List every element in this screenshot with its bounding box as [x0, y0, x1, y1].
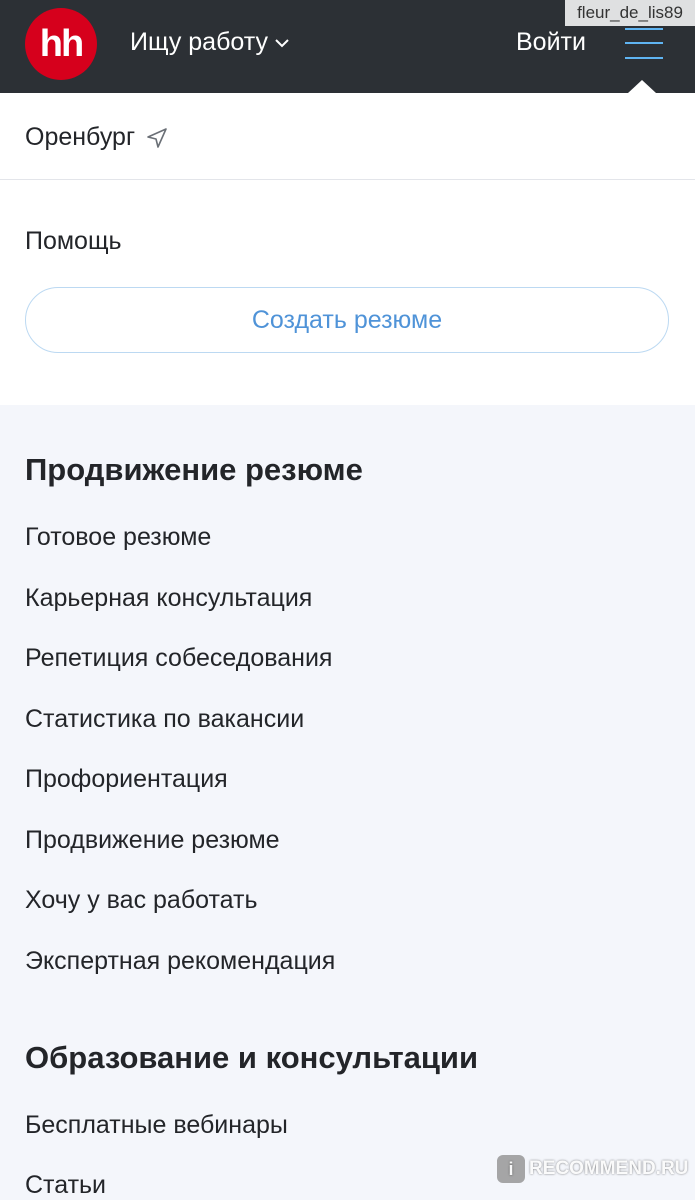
menu-item[interactable]: Готовое резюме [25, 523, 211, 552]
menu-item[interactable]: Экспертная рекомендация [25, 947, 335, 976]
recommend-watermark-text: RECOMMEND.RU [529, 1158, 689, 1179]
menu-item[interactable]: Продвижение резюме [25, 826, 280, 855]
menu-item[interactable]: Статистика по вакансии [25, 705, 304, 734]
section-title-education: Образование и консультации [25, 1040, 479, 1075]
top-header: hh Ищу работу Войти fleur_de_lis89 [0, 0, 695, 93]
menu-item[interactable]: Статьи [25, 1171, 106, 1200]
menu-pointer [628, 80, 656, 93]
city-selector[interactable]: Оренбург [25, 123, 169, 152]
section-title-resume-promotion: Продвижение резюме [25, 452, 363, 487]
recommend-logo-icon: i [497, 1155, 525, 1183]
menu-top-panel: Оренбург Помощь Создать резюме [0, 93, 695, 405]
divider [0, 179, 695, 180]
hh-logo[interactable]: hh [25, 8, 97, 80]
help-link[interactable]: Помощь [25, 227, 122, 256]
watermark-username: fleur_de_lis89 [565, 0, 695, 26]
login-button[interactable]: Войти [516, 28, 586, 57]
recommend-watermark: i RECOMMEND.RU [497, 1155, 688, 1183]
job-search-switch[interactable]: Ищу работу [130, 28, 290, 57]
chevron-down-icon [275, 38, 289, 47]
menu-icon[interactable] [622, 24, 664, 62]
location-arrow-icon [147, 127, 167, 148]
create-resume-button[interactable]: Создать резюме [25, 287, 669, 353]
menu-item[interactable]: Карьерная консультация [25, 584, 312, 613]
city-label: Оренбург [25, 123, 136, 151]
menu-item[interactable]: Бесплатные вебинары [25, 1111, 288, 1140]
menu-item[interactable]: Хочу у вас работать [25, 886, 258, 915]
menu-item[interactable]: Профориентация [25, 765, 228, 794]
job-search-switch-label: Ищу работу [130, 28, 268, 56]
menu-item[interactable]: Репетиция собеседования [25, 644, 332, 673]
